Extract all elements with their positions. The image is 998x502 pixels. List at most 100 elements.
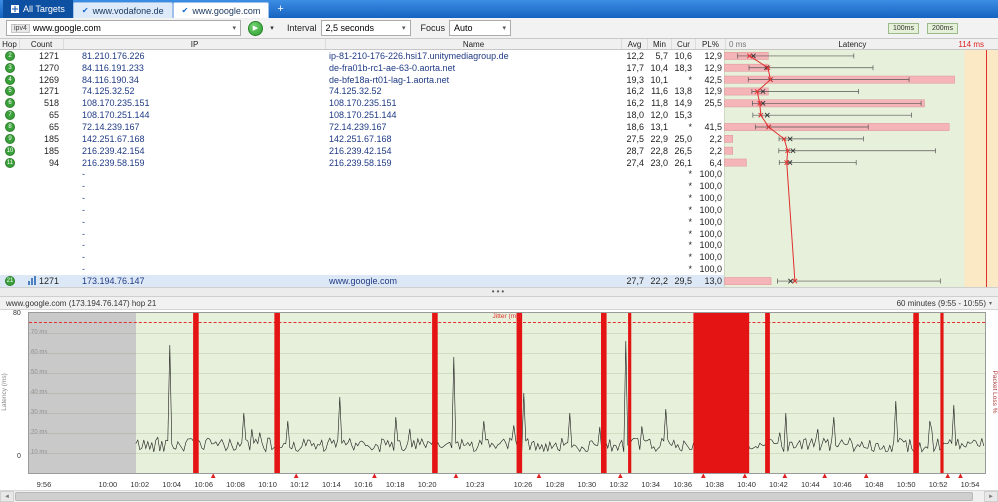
pingplotter-window: All Targets ✔ www.vodafone.de ✔ www.goog… (0, 0, 998, 502)
packet-loss-cell: 6,4 (709, 157, 722, 168)
table-row[interactable]: - * 100,0 (0, 216, 998, 228)
ip-cell: - (82, 216, 85, 227)
ip-cell: 108.170.235.151 (82, 98, 150, 109)
interval-select[interactable]: 2,5 seconds ▾ (320, 20, 411, 36)
target-input[interactable]: ipv4 www.google.com ▾ (6, 20, 241, 36)
hop-cell: 11 (0, 157, 20, 168)
avg-cell: 12,2 (626, 50, 644, 61)
scroll-right-icon[interactable]: ► (984, 491, 998, 502)
table-row[interactable]: 21 1271 173.194.76.147 www.google.com 27,7 22… (0, 275, 998, 287)
header-hop[interactable]: Hop (0, 39, 20, 49)
packet-loss-axis-label: Packet Loss % (991, 370, 998, 414)
time-tick-label: 10:28 (545, 480, 565, 489)
packet-loss-cell: 100,0 (699, 193, 722, 204)
table-row[interactable]: 3 1270 84.116.191.233 de-fra01b-rc1-ae-63-0… (0, 62, 998, 74)
table-header: Hop Count IP Name Avg Min Cur PL% 0 ms L… (0, 39, 998, 50)
header-cur[interactable]: Cur (672, 39, 696, 49)
hop-cell: 21 (0, 275, 20, 286)
checkmark-icon: ✔ (81, 6, 89, 15)
cur-cell: * (688, 169, 692, 180)
table-row[interactable]: 7 65 108.170.251.144 108.170.251.144 18,0 12,… (0, 109, 998, 121)
table-row[interactable]: 8 65 72.14.239.167 72.14.239.167 18,6 13,1 * 41… (0, 121, 998, 133)
hop-number-badge: 21 (5, 275, 15, 286)
trace-table: 2 1271 81.210.176.226 ip-81-210-176-226.hsi… (0, 50, 998, 287)
timeline-graph-area: 80 0 Latency (ms) Packet Loss % Jitter (… (0, 310, 998, 474)
hop-cell: 7 (0, 110, 20, 121)
ip-cell: - (82, 252, 85, 263)
avg-cell: 16,2 (626, 98, 644, 109)
pane-splitter[interactable]: ••• (0, 287, 998, 297)
header-name[interactable]: Name (326, 39, 622, 49)
play-icon: ▶ (252, 25, 259, 32)
table-row[interactable]: - * 100,0 (0, 251, 998, 263)
packet-loss-cell: 25,5 (704, 98, 722, 109)
avg-cell: 27,7 (626, 275, 644, 286)
time-tick-label: 10:42 (769, 480, 788, 489)
packet-loss-cell: 100,0 (699, 216, 722, 227)
packet-loss-marker-icon: ▲ (956, 471, 965, 480)
table-row[interactable]: - * 100,0 (0, 180, 998, 192)
table-row[interactable]: - * 100,0 (0, 204, 998, 216)
targets-grid-icon (11, 5, 19, 13)
tab-vodafone[interactable]: ✔ www.vodafone.de (72, 2, 173, 18)
header-min[interactable]: Min (648, 39, 672, 49)
start-trace-button[interactable]: ▶ (248, 20, 263, 36)
scrollbar-thumb[interactable] (15, 492, 973, 501)
header-latency: 0 ms Latency 114 ms (726, 39, 998, 49)
cur-cell: * (688, 240, 692, 251)
name-cell: 142.251.67.168 (329, 133, 392, 144)
toolbar: ipv4 www.google.com ▾ ▶ ▾ Interval 2,5 s… (0, 18, 998, 39)
packet-loss-cell: 2,2 (709, 145, 722, 156)
header-avg[interactable]: Avg (622, 39, 648, 49)
timeline-pane: www.google.com (173.194.76.147) hop 21 6… (0, 297, 998, 502)
name-cell: 108.170.251.144 (329, 110, 397, 121)
table-row[interactable]: 11 94 216.239.58.159 216.239.58.159 27,4 23,0… (0, 157, 998, 169)
new-tab-button[interactable]: + (269, 0, 291, 18)
table-row[interactable]: - * 100,0 (0, 192, 998, 204)
tab-google[interactable]: ✔ www.google.com (172, 2, 270, 18)
table-row[interactable]: - * 100,0 (0, 228, 998, 240)
table-row[interactable]: - * 100,0 (0, 263, 998, 275)
table-row[interactable]: 9 185 142.251.67.168 142.251.67.168 27,5 22,9… (0, 133, 998, 145)
table-row[interactable]: 6 518 108.170.235.151 108.170.235.151 16,2 11… (0, 97, 998, 109)
count-cell: 65 (48, 110, 59, 121)
time-tick-label: 10:32 (609, 480, 629, 489)
min-cell: 5,7 (655, 50, 668, 61)
scale-200ms-button[interactable]: 200ms (926, 22, 958, 34)
time-range-select[interactable]: 60 minutes (9:55 - 10:55) ▾ (897, 299, 992, 308)
table-row[interactable]: 4 1269 84.116.190.34 de-bfe18a-rt01-lag-1.a… (0, 74, 998, 86)
scale-100ms-button[interactable]: 100ms (887, 22, 919, 34)
packet-loss-cell: 2,2 (709, 133, 722, 144)
header-ip[interactable]: IP (64, 39, 326, 49)
focus-select[interactable]: Auto ▾ (449, 20, 512, 36)
min-cell: 12,0 (650, 110, 668, 121)
time-tick-label: 10:08 (226, 480, 245, 489)
name-cell: 74.125.32.52 (329, 86, 382, 97)
hop-number-badge: 5 (5, 86, 15, 97)
ip-cell: - (82, 169, 85, 180)
header-count[interactable]: Count (20, 39, 64, 49)
table-row[interactable]: - * 100,0 (0, 240, 998, 252)
start-options-button[interactable]: ▾ (267, 24, 277, 32)
time-tick-label: 10:52 (928, 480, 948, 489)
scroll-left-icon[interactable]: ◄ (0, 491, 14, 502)
packet-loss-cell: 41,5 (704, 121, 722, 132)
header-pl[interactable]: PL% (696, 39, 726, 49)
table-row[interactable]: 5 1271 74.125.32.52 74.125.32.52 16,2 11,6 13,… (0, 86, 998, 98)
table-row[interactable]: 10 185 216.239.42.154 216.239.42.154 28,7 22,… (0, 145, 998, 157)
packet-loss-marker-icon: ▲ (451, 471, 460, 480)
table-row[interactable]: - * 100,0 (0, 168, 998, 180)
timeline-scrollbar[interactable]: ◄ ► (0, 490, 998, 502)
tab-bar: All Targets ✔ www.vodafone.de ✔ www.goog… (0, 0, 998, 18)
min-cell: 13,1 (650, 121, 668, 132)
avg-cell: 27,5 (626, 133, 644, 144)
hop-cell: 9 (0, 133, 20, 144)
latency-scale-buttons: 100ms 200ms (887, 22, 958, 34)
timeline-plot[interactable]: Jitter (ms) 10 ms 20 ms 30 ms 40 ms 50 ms 60 … (28, 312, 986, 474)
time-range-label: 60 minutes (9:55 - 10:55) (896, 298, 986, 308)
ip-cell: 142.251.67.168 (82, 133, 145, 144)
time-tick-label: 10:02 (130, 480, 150, 489)
hop-cell: 6 (0, 98, 20, 109)
table-row[interactable]: 2 1271 81.210.176.226 ip-81-210-176-226.hsi… (0, 50, 998, 62)
tab-all-targets[interactable]: All Targets (3, 0, 73, 18)
